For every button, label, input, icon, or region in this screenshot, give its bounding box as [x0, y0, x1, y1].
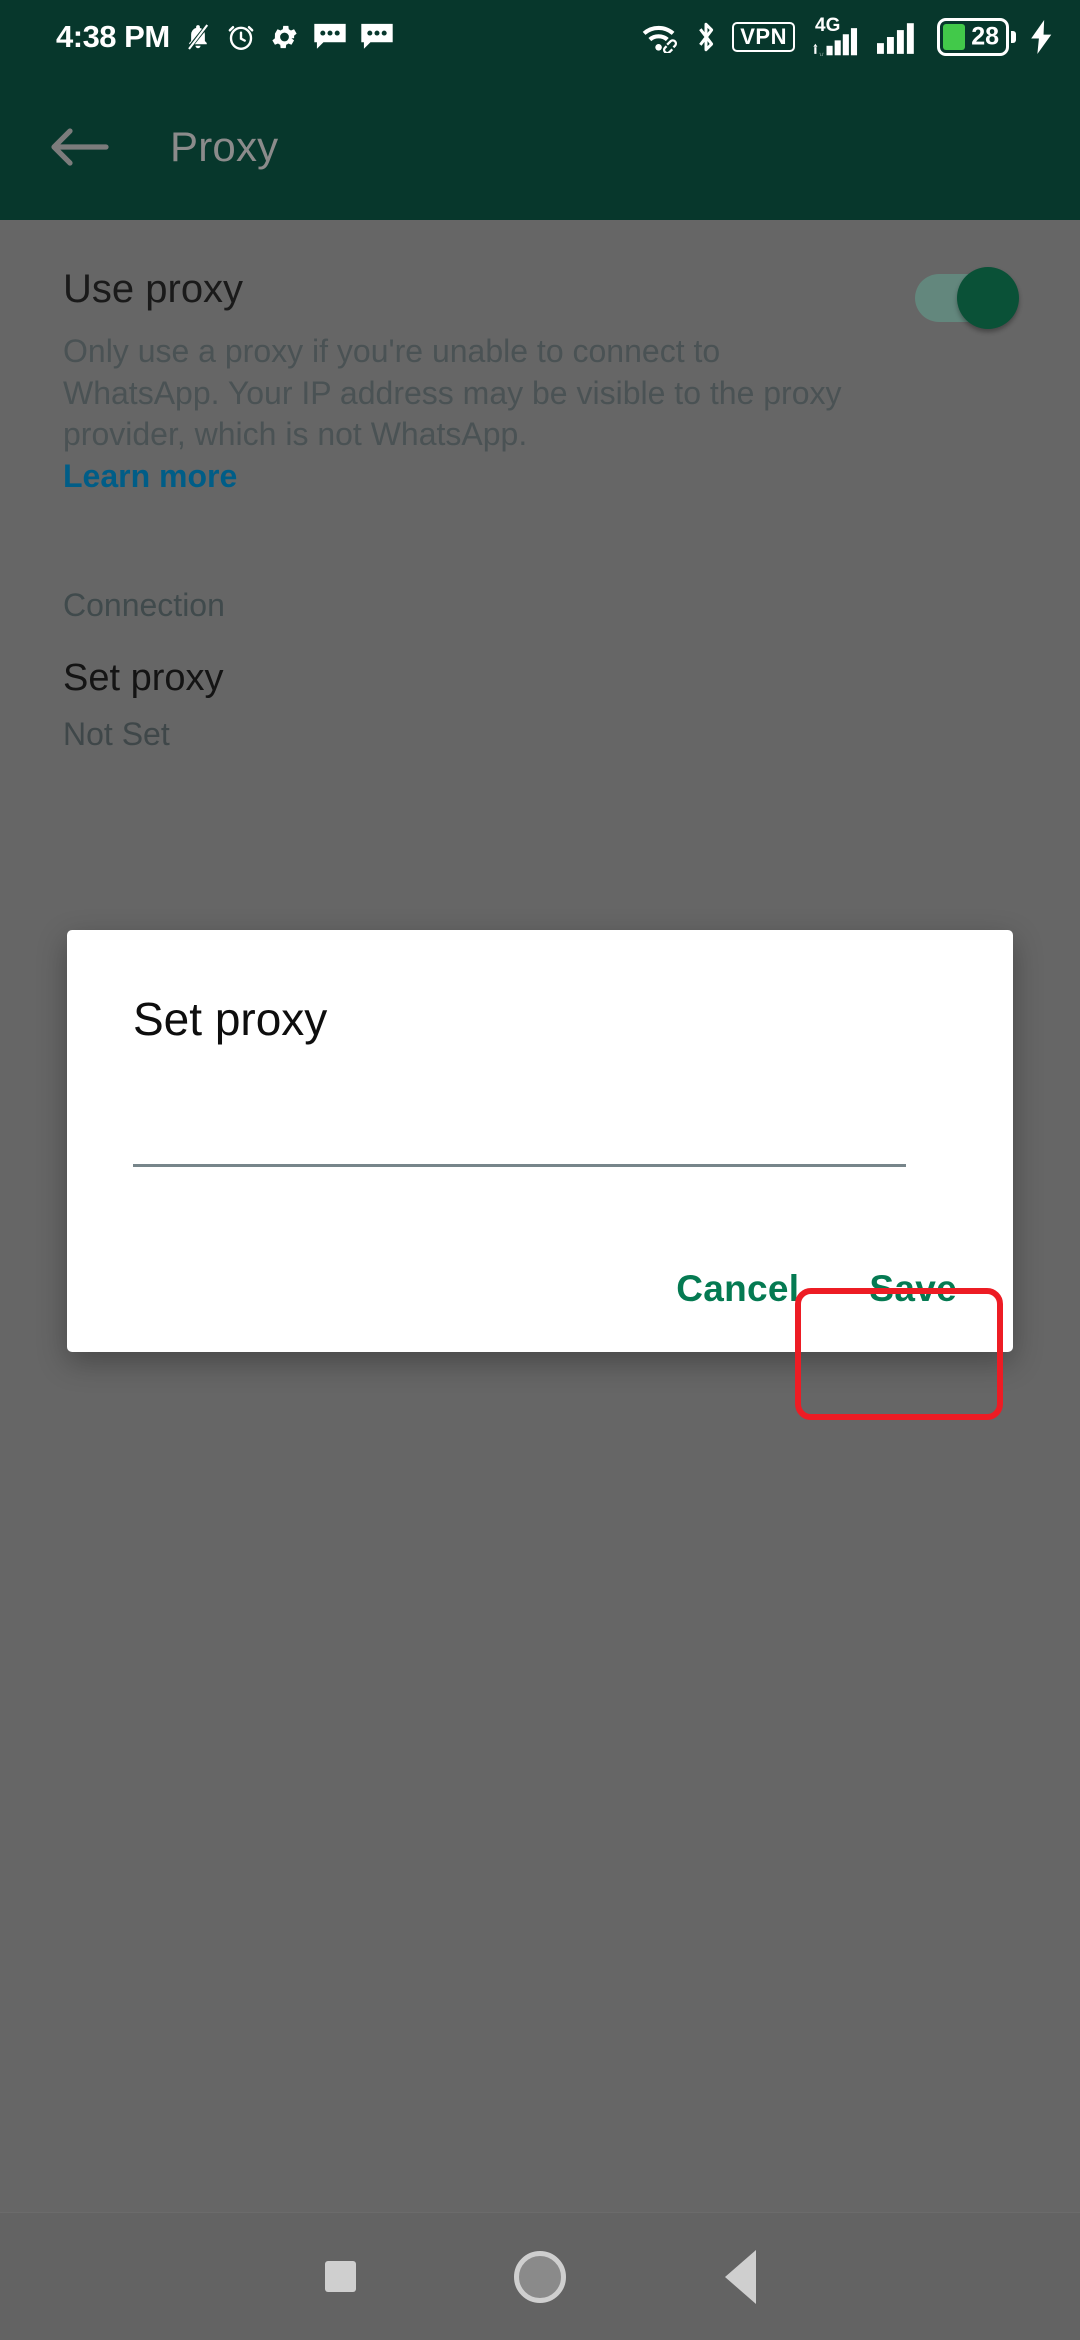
- chat-bubble-icon: [360, 23, 393, 49]
- status-bar-right: VPN 4G 28: [640, 15, 1054, 56]
- status-clock: 4:38 PM: [56, 18, 170, 54]
- use-proxy-row[interactable]: Use proxy Only use a proxy if you're una…: [0, 220, 1080, 495]
- battery-percent: 28: [971, 22, 999, 50]
- toggle-thumb: [957, 267, 1019, 329]
- nav-back-button[interactable]: [640, 2213, 840, 2340]
- cellular-signal-icon: [877, 22, 914, 54]
- system-navigation-bar: [0, 2212, 1080, 2340]
- battery-icon: 28: [937, 17, 1016, 56]
- nav-recents-button[interactable]: [240, 2213, 440, 2340]
- charging-bolt-icon: [1031, 19, 1052, 54]
- bluetooth-icon: [699, 22, 714, 51]
- proxy-host-input[interactable]: [133, 1095, 906, 1167]
- app-bar: Proxy: [0, 73, 1080, 220]
- cellular-signal-icon: 4G: [809, 15, 863, 56]
- square-icon: [324, 2261, 356, 2292]
- connection-section-header: Connection: [63, 586, 225, 623]
- set-proxy-value: Not Set: [63, 715, 170, 752]
- set-proxy-dialog: Set proxy Cancel Save: [67, 930, 1013, 1352]
- dialog-title: Set proxy: [133, 993, 328, 1045]
- page-title: Proxy: [170, 122, 279, 170]
- phone-screen: 4:38 PM VPN 4G 28 Proxy Use proxy Only u…: [0, 0, 1080, 2340]
- set-proxy-title: Set proxy: [63, 656, 224, 699]
- use-proxy-toggle[interactable]: [915, 267, 1025, 329]
- use-proxy-description: Only use a proxy if you're unable to con…: [63, 333, 842, 453]
- use-proxy-text: Use proxy Only use a proxy if you're una…: [63, 267, 873, 495]
- set-proxy-row[interactable]: Set proxy Not Set: [63, 657, 1080, 753]
- status-bar: 4:38 PM VPN 4G 28: [0, 0, 1080, 73]
- back-arrow-icon[interactable]: [40, 107, 120, 187]
- mute-bell-icon: [186, 22, 210, 51]
- cancel-button[interactable]: Cancel: [646, 1244, 829, 1334]
- use-proxy-title: Use proxy: [63, 267, 244, 311]
- vpn-icon: VPN: [732, 21, 795, 52]
- chat-bubble-icon: [313, 23, 346, 49]
- gear-icon: [272, 25, 297, 48]
- wifi-link-icon: [642, 25, 678, 53]
- learn-more-link[interactable]: Learn more: [63, 458, 237, 495]
- alarm-clock-icon: [228, 25, 254, 50]
- status-bar-left: 4:38 PM: [56, 19, 394, 55]
- triangle-back-icon: [724, 2249, 756, 2304]
- circle-icon: [514, 2250, 566, 2303]
- vpn-label: VPN: [740, 23, 787, 49]
- nav-home-button[interactable]: [440, 2213, 640, 2340]
- dialog-actions: Cancel Save: [646, 1244, 997, 1334]
- save-button[interactable]: Save: [829, 1244, 997, 1334]
